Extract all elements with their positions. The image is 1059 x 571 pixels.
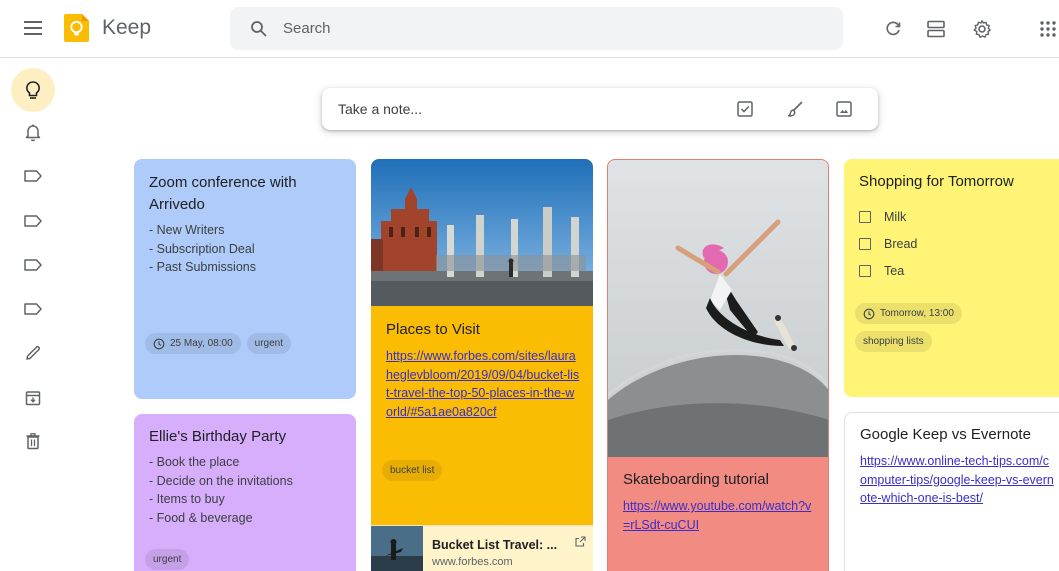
note-shopping-for-tomorrow[interactable]: Shopping for Tomorrow Milk Bread Tea Tom… bbox=[844, 159, 1059, 397]
checkbox[interactable] bbox=[859, 237, 871, 250]
list-item: - Past Submissions bbox=[149, 260, 256, 274]
note-places-to-visit[interactable]: Places to Visit https://www.forbes.com/s… bbox=[371, 159, 593, 571]
sidebar-item-label-4[interactable] bbox=[11, 287, 55, 331]
take-note-bar[interactable] bbox=[322, 88, 878, 130]
link-preview-domain: www.forbes.com bbox=[432, 556, 513, 568]
link-preview-thumbnail bbox=[371, 526, 423, 571]
list-item: - Decide on the invitations bbox=[149, 473, 293, 488]
checkbox[interactable] bbox=[859, 210, 871, 223]
checklist-item[interactable]: Milk bbox=[859, 203, 1059, 230]
sidebar-item-label-2[interactable] bbox=[11, 199, 55, 243]
sidebar-item-notes[interactable] bbox=[11, 68, 55, 112]
list-item: - Items to buy bbox=[149, 492, 225, 506]
new-image-icon[interactable] bbox=[833, 98, 855, 120]
note-body: - New Writers - Subscription Deal - Past… bbox=[149, 221, 344, 277]
search-bar[interactable] bbox=[230, 7, 843, 50]
label-chip[interactable]: urgent bbox=[246, 333, 291, 354]
checklist: Milk Bread Tea bbox=[859, 203, 1059, 284]
top-bar: Keep bbox=[0, 0, 1059, 58]
note-title: Ellie's Birthday Party bbox=[149, 428, 287, 445]
note-title: Zoom conference with Arrivedo bbox=[149, 174, 297, 213]
new-drawing-brush-icon[interactable] bbox=[784, 98, 806, 120]
list-item: - Food & beverage bbox=[149, 510, 253, 525]
list-view-icon[interactable] bbox=[924, 17, 948, 41]
pencil-icon bbox=[26, 345, 41, 360]
list-item: - Book the place bbox=[149, 455, 240, 469]
refresh-icon[interactable] bbox=[881, 17, 905, 41]
note-keep-vs-evernote[interactable]: Google Keep vs Evernote https://www.onli… bbox=[844, 412, 1059, 571]
label-icon bbox=[24, 215, 42, 227]
list-item: - Subscription Deal bbox=[149, 241, 255, 256]
checklist-item[interactable]: Bread bbox=[859, 230, 1059, 257]
note-skateboarding-tutorial[interactable]: Skateboarding tutorial https://www.youtu… bbox=[607, 159, 829, 571]
open-link-icon[interactable] bbox=[575, 534, 586, 552]
note-title: Places to Visit bbox=[386, 321, 480, 338]
search-input[interactable] bbox=[283, 20, 803, 37]
archive-icon bbox=[25, 391, 41, 406]
take-note-input[interactable] bbox=[338, 101, 718, 117]
skateboard-photo bbox=[608, 160, 828, 457]
new-list-checkbox-icon[interactable] bbox=[734, 98, 756, 120]
sidebar-item-reminders[interactable] bbox=[11, 110, 55, 154]
checklist-item[interactable]: Tea bbox=[859, 257, 1059, 284]
label-chip[interactable]: bucket list bbox=[382, 460, 443, 481]
label-icon bbox=[24, 259, 42, 271]
list-item: - New Writers bbox=[149, 223, 225, 237]
app-name: Keep bbox=[102, 16, 152, 39]
note-link[interactable]: https://www.youtube.com/watch?v=rLSdt-cu… bbox=[623, 499, 811, 532]
sidebar-item-label-3[interactable] bbox=[11, 243, 55, 287]
note-title: Google Keep vs Evernote bbox=[860, 426, 1031, 443]
apps-grid-icon[interactable] bbox=[1036, 17, 1059, 41]
bell-icon bbox=[25, 124, 41, 142]
search-icon[interactable] bbox=[247, 18, 269, 40]
sidebar-item-archive[interactable] bbox=[11, 376, 55, 420]
label-icon bbox=[24, 170, 42, 182]
label-icon bbox=[24, 303, 42, 315]
checkbox[interactable] bbox=[859, 264, 871, 277]
lightbulb-icon bbox=[26, 81, 40, 99]
settings-gear-icon[interactable] bbox=[970, 17, 994, 41]
sidebar-item-label-1[interactable] bbox=[11, 154, 55, 198]
note-body: - Book the place - Decide on the invitat… bbox=[149, 453, 344, 527]
note-title: Shopping for Tomorrow bbox=[859, 173, 1014, 190]
trash-icon bbox=[26, 433, 40, 450]
sidebar bbox=[0, 58, 64, 571]
clock-icon bbox=[153, 338, 165, 349]
note-title: Skateboarding tutorial bbox=[623, 471, 769, 488]
label-chip[interactable]: shopping lists bbox=[855, 331, 932, 352]
reminder-chip[interactable]: 25 May, 08:00 bbox=[145, 333, 241, 354]
castle-photo bbox=[371, 159, 593, 306]
note-link[interactable]: https://www.forbes.com/sites/lauraheglev… bbox=[386, 349, 579, 419]
note-link[interactable]: https://www.online-tech-tips.com/compute… bbox=[860, 454, 1054, 505]
note-zoom-conference[interactable]: Zoom conference with Arrivedo - New Writ… bbox=[134, 159, 356, 399]
keep-app: Keep Search Take a note... Zoom conferen… bbox=[0, 0, 1059, 571]
sidebar-item-edit-labels[interactable] bbox=[11, 331, 55, 375]
link-preview-title: Bucket List Travel: ... bbox=[432, 538, 558, 552]
link-preview-card[interactable]: Bucket List Travel: ... www.forbes.com bbox=[371, 525, 593, 571]
keep-logo-icon bbox=[62, 13, 92, 43]
sidebar-item-trash[interactable] bbox=[11, 419, 55, 463]
label-chip[interactable]: urgent bbox=[145, 549, 190, 570]
clock-icon bbox=[863, 308, 875, 319]
note-ellies-birthday[interactable]: Ellie's Birthday Party - Book the place … bbox=[134, 414, 356, 571]
main-menu-icon[interactable] bbox=[22, 17, 44, 39]
reminder-chip[interactable]: Tomorrow, 13:00 bbox=[855, 303, 962, 324]
